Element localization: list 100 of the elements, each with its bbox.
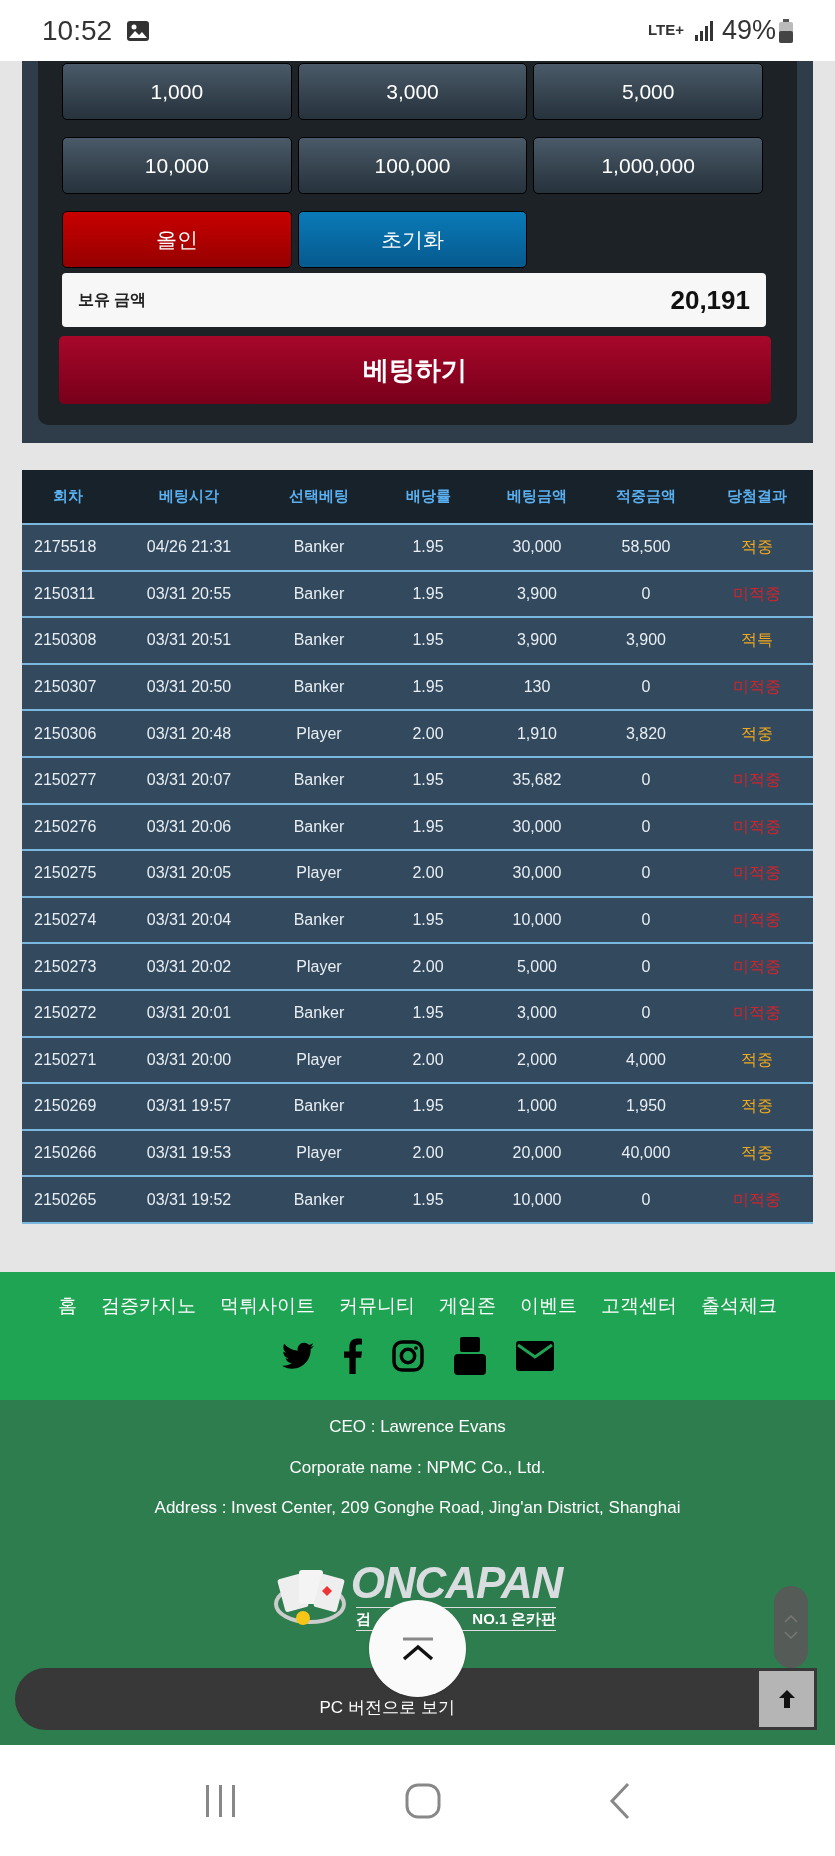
chip-amount-button[interactable]: 100,000 bbox=[297, 137, 528, 194]
table-cell-text: 03/31 20:05 bbox=[146, 863, 232, 884]
table-cell-text: 03/31 20:00 bbox=[146, 1049, 232, 1070]
table-cell-text: 130 bbox=[523, 677, 551, 698]
table-cell-text: 2150265 bbox=[34, 1189, 97, 1210]
chip-amount-button[interactable]: 10,000 bbox=[62, 137, 292, 194]
table-cell-text: 2175518 bbox=[34, 537, 97, 558]
table-cell-text: 2.00 bbox=[412, 723, 444, 744]
logo-tagline-start: 검 bbox=[356, 1608, 372, 1629]
signal-icon bbox=[693, 20, 714, 41]
table-cell-text: 1.95 bbox=[412, 677, 444, 698]
table-cell-text: 1.95 bbox=[412, 1189, 444, 1210]
arrow-up-icon bbox=[777, 1689, 796, 1709]
table-cell-text: 03/31 20:48 bbox=[146, 723, 232, 744]
table-cell-text: Player bbox=[296, 863, 342, 884]
table-cell-text: 03/31 20:04 bbox=[146, 910, 232, 931]
result-label: 적중 bbox=[740, 1096, 773, 1117]
back-icon[interactable] bbox=[609, 1781, 632, 1820]
table-cell-text: 0 bbox=[641, 956, 651, 977]
clock: 10:52 bbox=[42, 13, 113, 48]
recent-apps-icon[interactable] bbox=[203, 1782, 238, 1819]
pc-version-bar[interactable]: PC 버전으로 보기 bbox=[15, 1668, 817, 1730]
table-cell-text: 03/31 20:01 bbox=[146, 1003, 232, 1024]
table-cell-text: 03/31 20:55 bbox=[146, 583, 232, 604]
table-cell-text: 1.95 bbox=[412, 583, 444, 604]
table-cell-text: 2.00 bbox=[412, 1143, 444, 1163]
all-in-button[interactable]: 올인 bbox=[62, 211, 292, 268]
table-cell-text: Banker bbox=[293, 816, 345, 837]
table-cell-text: 1.95 bbox=[412, 537, 444, 558]
table-cell-text: 30,000 bbox=[512, 863, 562, 884]
chip-amount-button[interactable]: 3,000 bbox=[297, 63, 528, 120]
table-cell-text: 3,900 bbox=[625, 630, 666, 651]
bird-icon[interactable] bbox=[281, 1341, 314, 1370]
table-cell-text: 3,900 bbox=[516, 583, 557, 604]
table-cell-text: 0 bbox=[641, 1003, 651, 1024]
table-cell-text: 2150275 bbox=[34, 863, 97, 884]
result-label: 적중 bbox=[740, 1143, 773, 1163]
column-header: 선택베팅 bbox=[288, 486, 350, 507]
logo-wordmark: ONCAPAN bbox=[350, 1560, 563, 1605]
letter-f-icon[interactable] bbox=[343, 1337, 362, 1374]
table-cell-text: Banker bbox=[293, 583, 345, 604]
chip-amount-button[interactable]: 1,000,000 bbox=[533, 137, 763, 194]
company-info-text: Address : Invest Center, 209 Gonghe Road, Jing'an District, Shanghai bbox=[154, 1497, 681, 1519]
battery-percent: 49% bbox=[721, 14, 776, 48]
arrow-up-button[interactable] bbox=[759, 1671, 814, 1727]
table-cell-text: 2.00 bbox=[412, 863, 444, 884]
envelope-icon[interactable] bbox=[515, 1340, 554, 1371]
table-cell-text: 4,000 bbox=[625, 1049, 666, 1070]
result-label: 미적중 bbox=[732, 677, 781, 698]
table-cell-text: 3,900 bbox=[516, 630, 557, 651]
table-cell-text: 0 bbox=[641, 816, 651, 837]
table-cell-text: 40,000 bbox=[621, 1143, 671, 1163]
table-cell-text: 1.95 bbox=[412, 630, 444, 651]
logo-tagline-end: NO.1 온카판 bbox=[472, 1608, 557, 1629]
table-cell-text: 03/31 20:51 bbox=[146, 630, 232, 651]
pc-version-label[interactable]: PC 버전으로 보기 bbox=[15, 1677, 759, 1721]
table-cell-text: Player bbox=[296, 956, 342, 977]
table-cell-text: 2150273 bbox=[34, 956, 97, 977]
result-label: 미적중 bbox=[732, 1003, 781, 1024]
table-cell-text: Player bbox=[296, 723, 342, 744]
camera-icon[interactable] bbox=[391, 1339, 424, 1372]
table-cell-text: Banker bbox=[293, 677, 345, 698]
table-cell-text: 2150272 bbox=[34, 1003, 97, 1024]
table-cell-text: 2150307 bbox=[34, 677, 97, 698]
table-cell-text: 2150277 bbox=[34, 770, 97, 791]
table-cell-text: 2150271 bbox=[34, 1049, 97, 1070]
result-label: 적중 bbox=[740, 723, 773, 744]
table-cell-text: 1,910 bbox=[516, 723, 557, 744]
table-cell-text: 2150311 bbox=[34, 583, 96, 604]
table-cell-text: 1.95 bbox=[412, 1096, 444, 1117]
table-cell-text: 03/31 19:53 bbox=[146, 1143, 232, 1163]
table-cell-text: 04/26 21:31 bbox=[146, 537, 232, 558]
result-label: 미적중 bbox=[732, 770, 781, 791]
table-cell-text: 1,000 bbox=[516, 1096, 557, 1117]
table-cell-text: 2,000 bbox=[516, 1049, 557, 1070]
balance-value: 20,191 bbox=[670, 283, 750, 317]
reset-button[interactable]: 초기화 bbox=[297, 211, 528, 268]
table-cell-text: 1.95 bbox=[412, 770, 444, 791]
table-cell-text: 0 bbox=[641, 770, 651, 791]
table-cell-text: 03/31 19:57 bbox=[146, 1096, 232, 1117]
table-cell-text: 1.95 bbox=[412, 910, 444, 931]
chip-amount-button[interactable]: 5,000 bbox=[533, 63, 763, 120]
table-cell-text: 2150306 bbox=[34, 723, 97, 744]
result-label: 미적중 bbox=[732, 863, 781, 884]
place-bet-button[interactable]: 베팅하기 bbox=[59, 336, 771, 404]
table-cell-text: 3,820 bbox=[625, 723, 666, 744]
column-header: 적중금액 bbox=[615, 486, 677, 507]
table-cell-text: 58,500 bbox=[621, 537, 671, 558]
table-cell-text: 1.95 bbox=[412, 1003, 444, 1024]
table-cell-text: 3,000 bbox=[516, 1003, 557, 1024]
column-header: 베팅시각 bbox=[158, 486, 220, 507]
chip-amount-button[interactable]: 1,000 bbox=[62, 63, 292, 120]
home-icon[interactable] bbox=[405, 1782, 442, 1819]
table-cell-text: 03/31 20:06 bbox=[146, 816, 232, 837]
result-label: 미적중 bbox=[732, 956, 781, 977]
table-cell-text: 2150266 bbox=[34, 1143, 97, 1163]
table-cell-text: 0 bbox=[641, 863, 651, 884]
table-cell-text: Banker bbox=[293, 537, 345, 558]
result-label: 적중 bbox=[740, 537, 773, 558]
table-cell-text: 30,000 bbox=[512, 816, 562, 837]
